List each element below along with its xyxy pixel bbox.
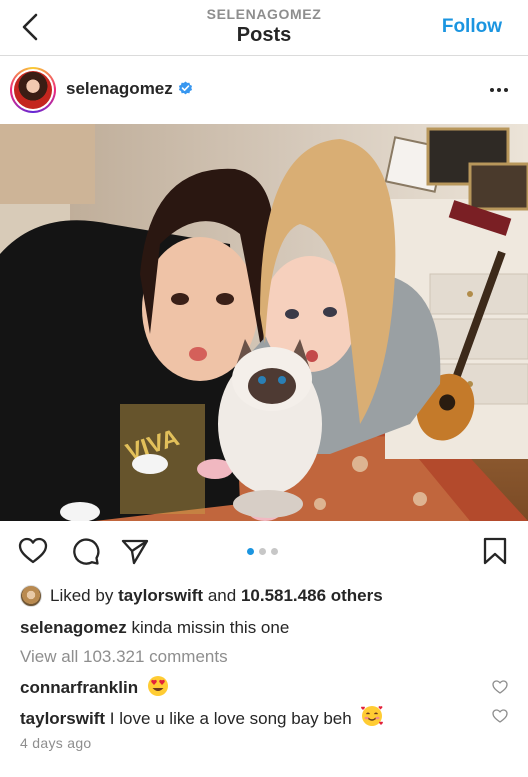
- avatar[interactable]: [10, 67, 56, 113]
- likes-prefix: Liked by: [50, 586, 114, 605]
- more-options-icon[interactable]: [488, 81, 510, 99]
- comment-icon[interactable]: [70, 536, 100, 566]
- carousel-dot: [259, 548, 266, 555]
- view-all-comments-link[interactable]: View all 103.321 comments: [20, 646, 228, 668]
- post-actions: [0, 522, 528, 582]
- carousel-indicator: [247, 548, 278, 555]
- caption-username[interactable]: selenagomez: [20, 618, 127, 637]
- post-username[interactable]: selenagomez: [66, 79, 193, 99]
- carousel-dot: [271, 548, 278, 555]
- heart-eyes-emoji-icon: [147, 676, 168, 696]
- post-timestamp: 4 days ago: [20, 735, 92, 751]
- caption-text: kinda missin this one: [131, 618, 290, 637]
- share-send-icon[interactable]: [120, 536, 150, 566]
- liker-avatar[interactable]: [20, 585, 42, 607]
- comment-username[interactable]: connarfranklin: [20, 678, 138, 697]
- top-bar: SELENAGOMEZ Posts Follow: [0, 0, 528, 56]
- smiling-face-with-hearts-emoji-icon: [361, 706, 384, 726]
- comment-row: connarfranklin: [20, 675, 169, 699]
- likes-count[interactable]: 10.581.486 others: [241, 586, 383, 606]
- comment-like-heart-icon[interactable]: [492, 679, 508, 695]
- comment-text: I love u like a love song bay beh: [109, 709, 352, 728]
- likes-and: and: [207, 586, 237, 605]
- comment-username[interactable]: taylorswift: [20, 709, 105, 728]
- like-heart-icon[interactable]: [18, 536, 48, 566]
- save-bookmark-icon[interactable]: [480, 536, 510, 566]
- post-header: selenagomez: [0, 57, 528, 123]
- post-photo[interactable]: VIVA: [0, 124, 528, 521]
- caption: selenagomez kinda missin this one: [20, 617, 289, 639]
- verified-badge-icon: [178, 81, 192, 95]
- comment-like-heart-icon[interactable]: [492, 708, 508, 724]
- comment-row: taylorswift I love u like a love song ba…: [20, 704, 384, 730]
- post-photo-illustration: VIVA: [0, 124, 528, 521]
- carousel-dot-active: [247, 548, 254, 555]
- follow-button[interactable]: Follow: [442, 16, 502, 38]
- liker-username[interactable]: taylorswift: [118, 586, 203, 606]
- post-username-text[interactable]: selenagomez: [66, 79, 173, 98]
- likes-line[interactable]: Liked by taylorswift and 10.581.486 othe…: [20, 584, 383, 608]
